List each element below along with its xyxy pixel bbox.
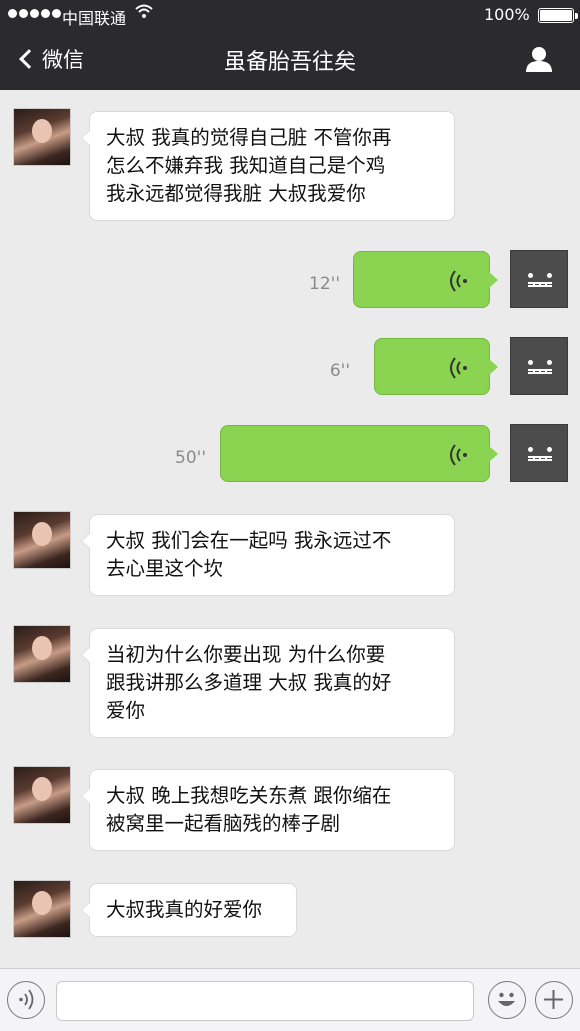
my-avatar[interactable] (510, 424, 568, 482)
voice-message-bubble[interactable] (220, 425, 498, 482)
battery-percent: 100% (484, 5, 530, 24)
message-text-line: 大叔 我真的觉得自己脏 不管你再 (106, 126, 392, 149)
message-text-line: 去心里这个坎 (106, 557, 224, 580)
signal-strength-icon (8, 9, 61, 18)
contact-avatar[interactable] (13, 625, 71, 683)
message-input[interactable] (56, 981, 474, 1021)
message-text-line: 大叔 我们会在一起吗 我永远过不 (106, 529, 392, 552)
message-text-line: 当初为什么你要出现 为什么你要 (106, 643, 386, 666)
chat-input-bar (0, 968, 580, 1031)
message-bubble[interactable]: 大叔 晚上我想吃关东煮 跟你缩在 被窝里一起看脑残的棒子剧 (81, 769, 455, 851)
voice-duration: 6'' (329, 361, 350, 381)
voice-message-bubble[interactable] (374, 338, 498, 395)
message-bubble[interactable]: 大叔 我真的觉得自己脏 不管你再 怎么不嫌弃我 我知道自己是个鸡 我永远都觉得我… (81, 111, 455, 221)
plus-icon[interactable] (535, 981, 573, 1019)
contact-avatar[interactable] (13, 766, 71, 824)
voice-duration: 50'' (175, 448, 206, 468)
voice-mode-icon[interactable] (7, 981, 45, 1019)
my-avatar[interactable] (510, 337, 568, 395)
wifi-icon (135, 3, 153, 23)
contact-profile-icon[interactable] (524, 44, 554, 74)
message-bubble[interactable]: 大叔我真的好爱你 (81, 883, 297, 937)
message-text-line: 大叔 晚上我想吃关东煮 跟你缩在 (106, 784, 392, 807)
message-text-line: 爱你 (106, 699, 146, 722)
my-avatar[interactable] (510, 250, 568, 308)
message-text-line: 怎么不嫌弃我 我知道自己是个鸡 (106, 154, 386, 177)
contact-avatar[interactable] (13, 108, 71, 166)
message-text-line: 我永远都觉得我脏 大叔我爱你 (106, 182, 366, 205)
message-bubble[interactable]: 大叔 我们会在一起吗 我永远过不 去心里这个坎 (81, 514, 455, 596)
voice-wave-icon (450, 270, 467, 292)
message-text-line: 大叔我真的好爱你 (106, 898, 263, 921)
carrier-name: 中国联通 (62, 9, 127, 28)
contact-avatar[interactable] (13, 511, 71, 569)
message-bubble[interactable]: 当初为什么你要出现 为什么你要 跟我讲那么多道理 大叔 我真的好 爱你 (81, 628, 455, 738)
emoji-icon[interactable] (488, 981, 526, 1019)
top-bar: 中国联通 100% 微信 虽备胎吾往矣 (0, 0, 580, 90)
contact-avatar[interactable] (13, 880, 71, 938)
message-text-line: 跟我讲那么多道理 大叔 我真的好 (106, 671, 392, 694)
voice-message-bubble[interactable] (353, 251, 498, 308)
voice-duration: 12'' (309, 274, 340, 294)
message-text-line: 被窝里一起看脑残的棒子剧 (106, 812, 341, 835)
voice-wave-icon (450, 357, 467, 379)
status-bar: 中国联通 100% (0, 0, 580, 30)
chat-title: 虽备胎吾往矣 (223, 50, 356, 75)
voice-wave-icon (450, 444, 467, 466)
battery-icon (538, 8, 578, 23)
